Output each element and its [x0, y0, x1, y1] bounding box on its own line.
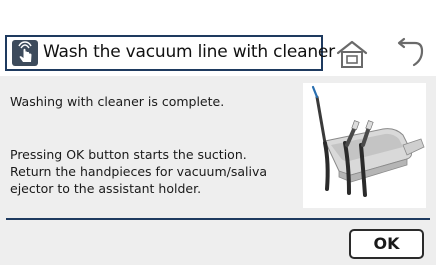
- home-button[interactable]: [334, 38, 370, 70]
- instruction-text: Pressing OK button starts the suction. R…: [10, 146, 267, 197]
- hand-tap-icon: [12, 40, 38, 66]
- screen-title-bar: Wash the vacuum line with cleaner: [5, 35, 335, 71]
- ok-button[interactable]: OK: [349, 229, 424, 259]
- back-arrow-icon: [397, 37, 424, 67]
- vacuum-wash-screen: Wash the vacuum line with cleaner Washin…: [0, 0, 436, 265]
- instruction-line: Pressing OK button starts the suction.: [10, 147, 247, 162]
- footer-divider: [6, 218, 430, 220]
- assistant-holder-handpieces-image: [303, 83, 426, 208]
- instruction-line: Return the handpieces for vacuum/saliva: [10, 164, 268, 179]
- back-button[interactable]: [393, 36, 427, 70]
- page-title: Wash the vacuum line with cleaner: [43, 42, 335, 62]
- status-message: Washing with cleaner is complete.: [10, 94, 225, 109]
- instruction-line: ejector to the assistant holder.: [10, 181, 202, 196]
- home-icon: [336, 40, 368, 68]
